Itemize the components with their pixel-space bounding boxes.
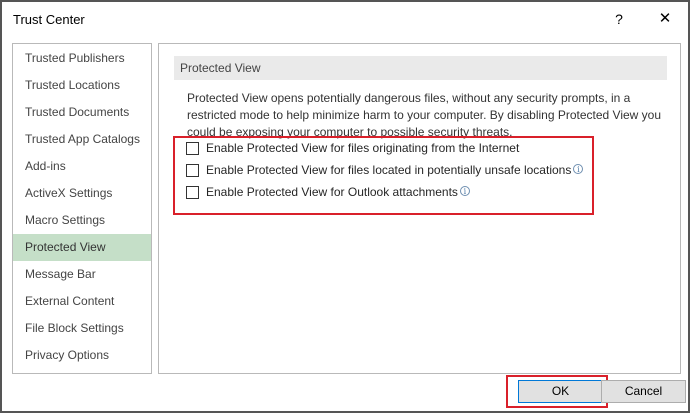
sidebar-item-privacy-options[interactable]: Privacy Options xyxy=(13,342,151,369)
title-bar: Trust Center ? ✕ xyxy=(2,2,688,36)
sidebar-item-activex-settings[interactable]: ActiveX Settings xyxy=(13,180,151,207)
sidebar-item-external-content[interactable]: External Content xyxy=(13,288,151,315)
sidebar-item-trusted-publishers[interactable]: Trusted Publishers xyxy=(13,45,151,72)
ok-button[interactable]: OK xyxy=(518,380,603,403)
options-highlight-box xyxy=(173,136,594,215)
close-button[interactable]: ✕ xyxy=(649,6,681,32)
sidebar-item-trusted-locations[interactable]: Trusted Locations xyxy=(13,72,151,99)
trust-center-dialog: Trust Center ? ✕ Trusted Publishers Trus… xyxy=(0,0,690,413)
sidebar-item-add-ins[interactable]: Add-ins xyxy=(13,153,151,180)
sidebar-item-file-block-settings[interactable]: File Block Settings xyxy=(13,315,151,342)
sidebar-item-trusted-app-catalogs[interactable]: Trusted App Catalogs xyxy=(13,126,151,153)
sidebar-item-macro-settings[interactable]: Macro Settings xyxy=(13,207,151,234)
section-header: Protected View xyxy=(174,56,667,80)
sidebar-nav: Trusted Publishers Trusted Locations Tru… xyxy=(12,43,152,374)
section-description: Protected View opens potentially dangero… xyxy=(187,91,661,139)
sidebar-item-trusted-documents[interactable]: Trusted Documents xyxy=(13,99,151,126)
sidebar-item-protected-view[interactable]: Protected View xyxy=(13,234,151,261)
help-button[interactable]: ? xyxy=(605,6,633,32)
sidebar-item-message-bar[interactable]: Message Bar xyxy=(13,261,151,288)
window-title: Trust Center xyxy=(13,12,85,27)
cancel-button[interactable]: Cancel xyxy=(601,380,686,403)
